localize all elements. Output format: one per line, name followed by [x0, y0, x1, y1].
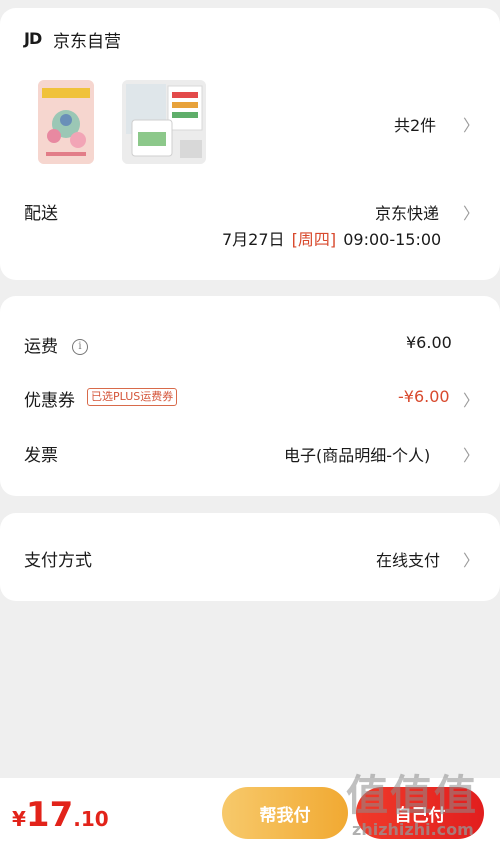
- info-icon[interactable]: i: [72, 334, 88, 355]
- payment-card: 支付方式 在线支付 〉: [0, 513, 500, 601]
- product-thumbnail-2[interactable]: [122, 80, 206, 164]
- payment-method-value[interactable]: 在线支付: [376, 547, 440, 571]
- total-price: ¥17.10: [12, 795, 109, 835]
- invoice-label: 发票: [24, 446, 58, 466]
- delivery-carrier[interactable]: 京东快递: [375, 200, 439, 224]
- invoice-value[interactable]: 电子(商品明细-个人): [284, 442, 430, 466]
- coupon-label: 优惠券: [24, 391, 75, 411]
- delivery-label: 配送: [24, 204, 58, 224]
- delivery-window: 09:00-15:00: [343, 230, 442, 249]
- coupon-value[interactable]: -¥6.00: [398, 387, 450, 406]
- jd-logo: JD: [24, 29, 42, 48]
- total-decimal: .10: [73, 807, 109, 831]
- watermark-site: zhizhizhi.com: [352, 820, 474, 839]
- fees-card: 运费 i ¥6.00 优惠券 已选PLUS运费券 -¥6.00 〉 发票 电子(…: [0, 296, 500, 496]
- chevron-right-icon[interactable]: 〉: [463, 547, 479, 571]
- item-count[interactable]: 共2件: [394, 112, 436, 136]
- chevron-right-icon[interactable]: 〉: [463, 200, 479, 224]
- shipping-fee-label: 运费: [24, 337, 58, 357]
- chevron-right-icon[interactable]: 〉: [463, 387, 479, 411]
- total-integer: 17: [25, 795, 74, 835]
- store-card: JD 京东自营 共2件 〉 配送 京东快递 〉 7月27日 [周四] 09:00…: [0, 8, 500, 280]
- delivery-weekday: [周四]: [291, 230, 337, 249]
- product-thumbnail-1[interactable]: [38, 80, 94, 164]
- payment-method-label: 支付方式: [24, 551, 92, 571]
- store-name: 京东自营: [53, 32, 121, 52]
- chevron-right-icon[interactable]: 〉: [463, 112, 479, 136]
- help-pay-button[interactable]: 帮我付: [222, 787, 348, 839]
- watermark-glyphs: 值值值: [346, 771, 479, 820]
- currency-symbol: ¥: [12, 807, 26, 831]
- shipping-fee-value: ¥6.00: [406, 333, 452, 352]
- delivery-time[interactable]: 7月27日 [周四] 09:00-15:00: [222, 226, 441, 250]
- delivery-date: 7月27日: [222, 230, 285, 249]
- chevron-right-icon[interactable]: 〉: [463, 442, 479, 466]
- plus-coupon-tag: 已选PLUS运费券: [87, 388, 178, 406]
